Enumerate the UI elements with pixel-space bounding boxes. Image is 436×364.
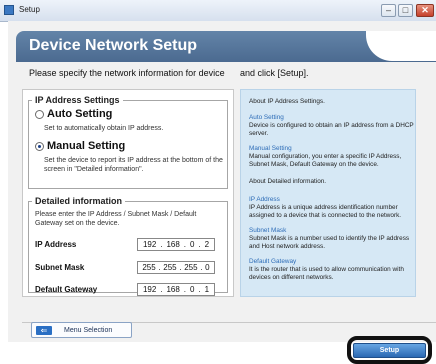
help-auto-heading: Auto Setting <box>249 114 284 121</box>
octet-separator: . <box>198 240 201 249</box>
subnet-octet-4[interactable]: 0 <box>205 263 209 272</box>
auto-setting-description: Set to automatically obtain IP address. <box>44 125 164 132</box>
help-ip-text: IP Address is a unique address identific… <box>249 204 402 219</box>
help-subnet-text: Subnet Mask is a number used to identify… <box>249 235 410 250</box>
ip-octet-1[interactable]: 192 <box>143 240 156 249</box>
gateway-octet-1[interactable]: 192 <box>143 285 156 294</box>
minimize-button[interactable]: – <box>381 4 396 17</box>
help-ip-heading: IP Address <box>249 196 280 203</box>
manual-setting-radio[interactable] <box>35 142 44 151</box>
subnet-octet-3[interactable]: 255 <box>184 263 197 272</box>
help-intro: About IP Address Settings. <box>249 98 325 105</box>
subnet-mask-label: Subnet Mask <box>35 263 85 272</box>
octet-separator: . <box>183 285 187 294</box>
help-subnet-heading: Subnet Mask <box>249 227 287 234</box>
gateway-octet-4[interactable]: 1 <box>205 285 209 294</box>
gateway-octet-2[interactable]: 168 <box>166 285 179 294</box>
ip-address-label: IP Address <box>35 240 77 249</box>
auto-setting-label[interactable]: Auto Setting <box>47 108 112 120</box>
ip-settings-legend: IP Address Settings <box>32 95 123 105</box>
back-arrow-icon: ⇐ <box>36 326 52 335</box>
ip-octet-2[interactable]: 168 <box>166 240 179 249</box>
default-gateway-input[interactable]: 192 . 168 . 0 . 1 <box>137 283 215 296</box>
window-title-bar: Setup – □ ✕ <box>0 0 436 22</box>
default-gateway-label: Default Gateway <box>35 285 98 294</box>
octet-separator: . <box>200 263 203 272</box>
ip-octet-3[interactable]: 0 <box>190 240 194 249</box>
auto-setting-radio[interactable] <box>35 110 44 119</box>
subnet-octet-1[interactable]: 255 <box>142 263 155 272</box>
ip-address-input[interactable]: 192 . 168 . 0 . 2 <box>137 238 215 251</box>
octet-separator: . <box>179 263 182 272</box>
header-decoration <box>366 31 436 61</box>
page-title: Device Network Setup <box>29 37 198 54</box>
setup-button[interactable]: Setup <box>353 343 426 358</box>
octet-separator: . <box>198 285 201 294</box>
maximize-button[interactable]: □ <box>398 4 413 17</box>
octet-separator: . <box>160 240 163 249</box>
menu-selection-button[interactable]: ⇐ Menu Selection <box>31 322 132 338</box>
help-manual-text: Manual configuration, you enter a specif… <box>249 153 402 168</box>
help-auto-text: Device is configured to obtain an IP add… <box>249 122 414 137</box>
menu-selection-label: Menu Selection <box>64 327 113 334</box>
detailed-info-description: Please enter the IP Address / Subnet Mas… <box>35 211 197 227</box>
help-gateway-heading: Default Gateway <box>249 258 297 265</box>
help-gateway-text: It is the router that is used to allow c… <box>249 266 404 281</box>
gateway-octet-3[interactable]: 0 <box>190 285 194 294</box>
subnet-mask-input[interactable]: 255 . 255 . 255 . 0 <box>137 261 215 274</box>
close-button[interactable]: ✕ <box>416 4 434 17</box>
instruction-text: Please specify the network information f… <box>29 68 225 78</box>
octet-separator: . <box>183 240 187 249</box>
instruction-text-end: and click [Setup]. <box>240 68 309 78</box>
detailed-info-legend: Detailed information <box>32 196 126 206</box>
octet-separator: . <box>160 285 163 294</box>
app-icon <box>4 5 14 15</box>
subnet-octet-2[interactable]: 255 <box>163 263 176 272</box>
manual-setting-label[interactable]: Manual Setting <box>47 140 125 152</box>
window-title: Setup <box>19 5 40 14</box>
octet-separator: . <box>158 263 161 272</box>
help-manual-heading: Manual Setting <box>249 145 292 152</box>
manual-setting-description: Set the device to report its IP address … <box>44 157 223 173</box>
ip-octet-4[interactable]: 2 <box>205 240 209 249</box>
help-detail-intro: About Detailed information. <box>249 178 327 185</box>
